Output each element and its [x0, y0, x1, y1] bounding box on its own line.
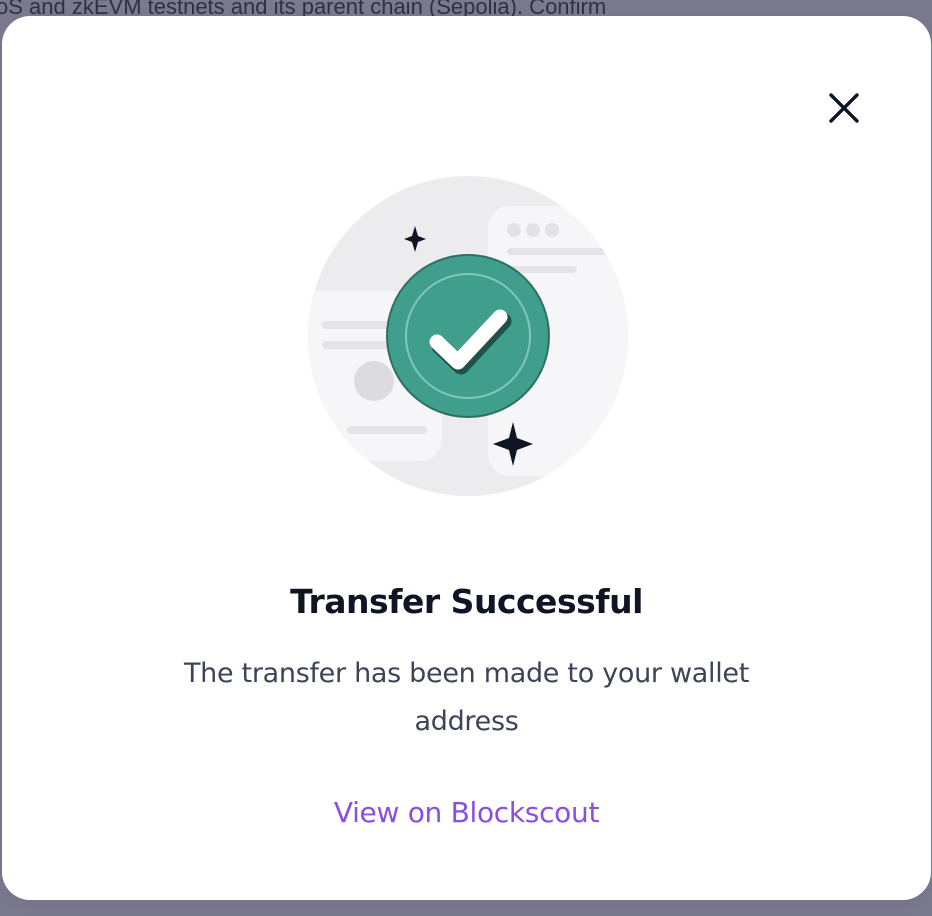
transfer-success-modal: Transfer Successful The transfer has bee…	[2, 16, 931, 900]
success-illustration	[302, 156, 634, 496]
close-button[interactable]	[820, 84, 868, 132]
modal-message: The transfer has been made to your walle…	[183, 658, 750, 737]
view-on-blockscout-link[interactable]: View on Blockscout	[2, 796, 931, 829]
modal-title: Transfer Successful	[290, 582, 643, 621]
close-icon	[829, 93, 859, 123]
